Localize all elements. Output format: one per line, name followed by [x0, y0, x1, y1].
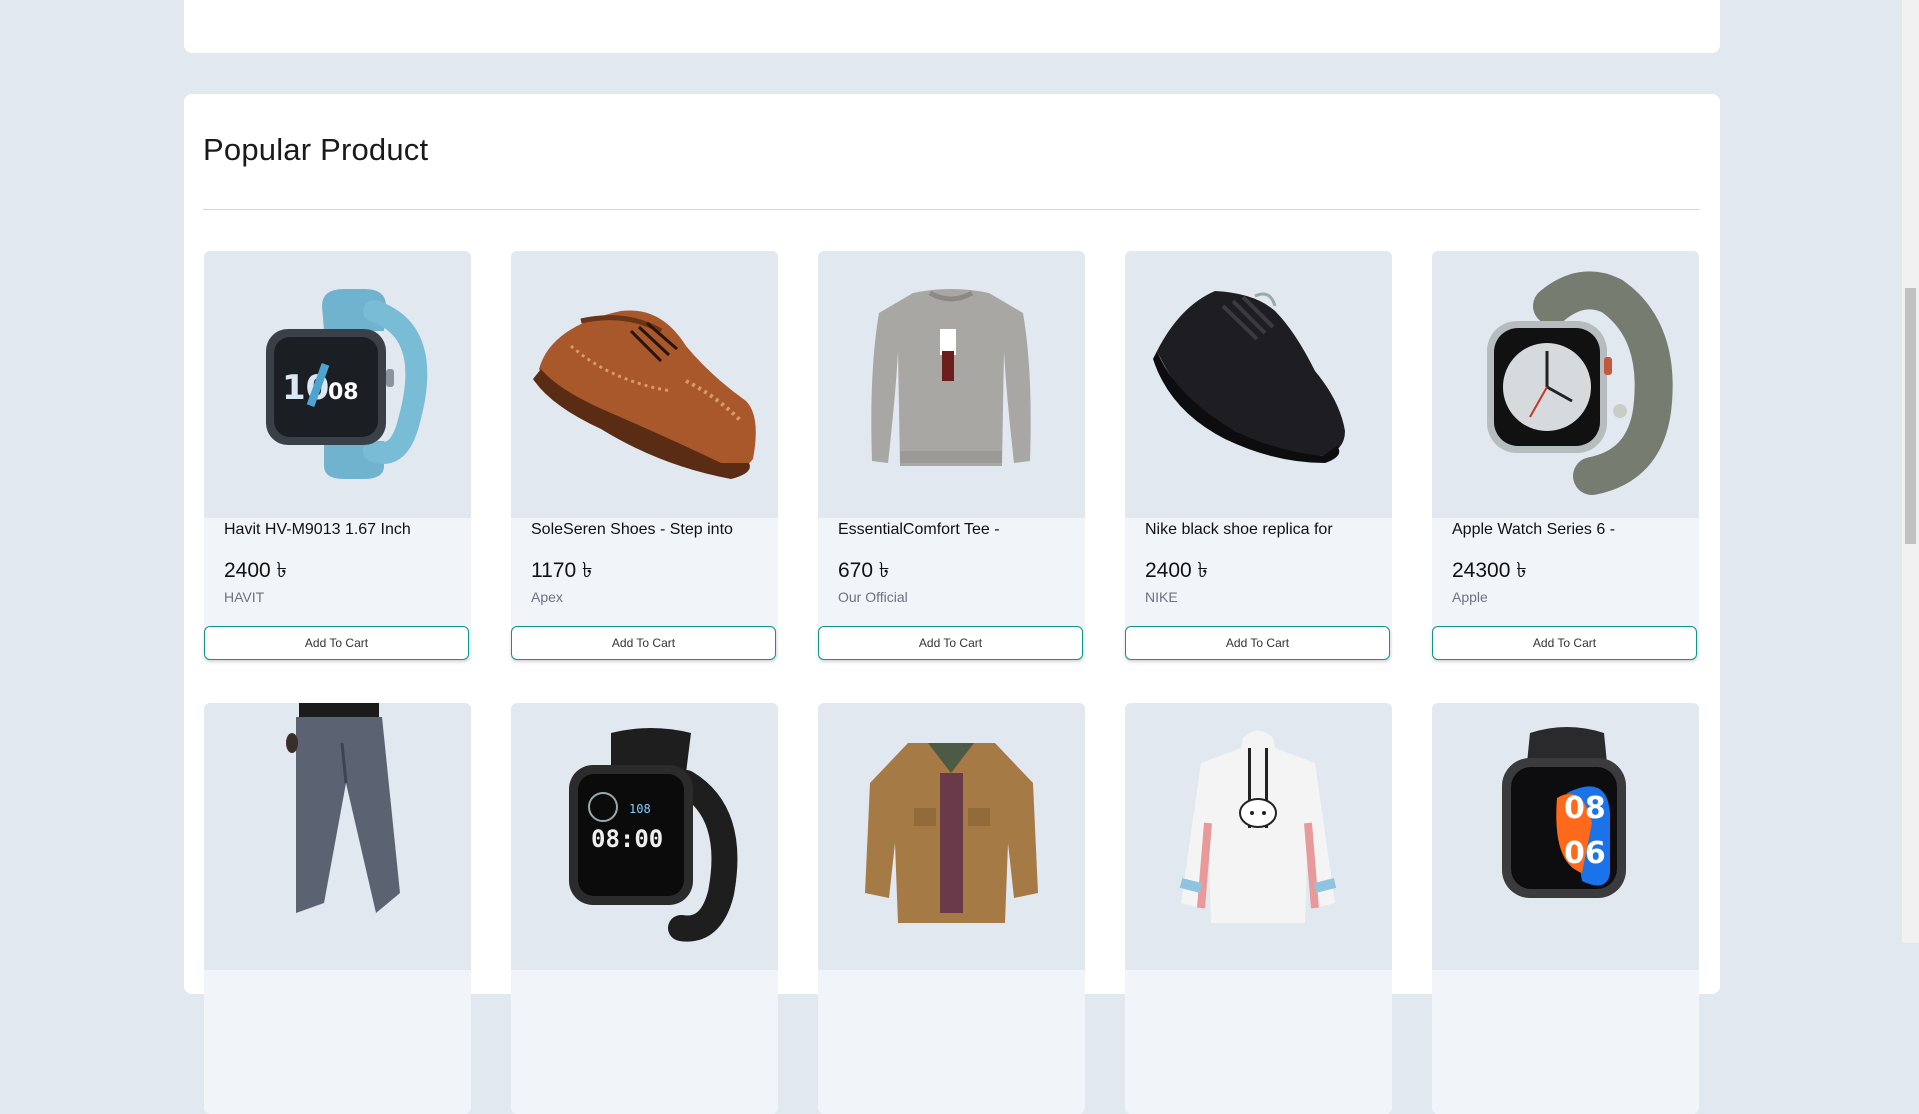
- product-card[interactable]: EssentialComfort Tee - 670 ৳ Our Officia…: [818, 251, 1085, 662]
- product-brand: Our Official: [838, 589, 908, 605]
- svg-text:108: 108: [629, 802, 651, 816]
- smartwatch-black-image: 08:00 108: [569, 728, 738, 942]
- add-to-cart-button[interactable]: Add To Cart: [1432, 626, 1697, 660]
- scrollbar-thumb[interactable]: [1905, 288, 1916, 544]
- hoodie-image: [1179, 730, 1337, 923]
- svg-text:06: 06: [1564, 836, 1606, 871]
- product-brand: Apex: [531, 589, 563, 605]
- product-card[interactable]: 08 06: [1432, 703, 1699, 1114]
- product-card[interactable]: Nike black shoe replica for 2400 ৳ NIKE …: [1125, 251, 1392, 662]
- product-brand: Apple: [1452, 589, 1488, 605]
- product-title[interactable]: Nike black shoe replica for: [1145, 521, 1333, 539]
- product-price: 1170 ৳: [531, 559, 593, 582]
- add-to-cart-button[interactable]: Add To Cart: [818, 626, 1083, 660]
- product-price: 670 ৳: [838, 559, 890, 582]
- brogue-shoe-image: [533, 310, 756, 479]
- product-image[interactable]: 08 06: [1432, 703, 1699, 970]
- product-card[interactable]: Apple Watch Series 6 - 24300 ৳ Apple Add…: [1432, 251, 1699, 662]
- product-price: 2400 ৳: [224, 559, 288, 582]
- trousers-image: [286, 703, 400, 913]
- product-card[interactable]: SoleSeren Shoes - Step into 1170 ৳ Apex …: [511, 251, 778, 662]
- product-card[interactable]: [1125, 703, 1392, 1114]
- product-image[interactable]: [204, 703, 471, 970]
- product-image[interactable]: [818, 703, 1085, 970]
- svg-text:08: 08: [328, 380, 359, 405]
- smartwatch-colorful-image: 08 06: [1502, 727, 1626, 898]
- product-title[interactable]: SoleSeren Shoes - Step into: [531, 521, 733, 539]
- section-divider: [203, 209, 1700, 210]
- add-to-cart-button[interactable]: Add To Cart: [1125, 626, 1390, 660]
- popular-product-section: Popular Product 10 08 Havit HV-M9013 1.6…: [184, 94, 1720, 1114]
- sweatshirt-image: [871, 289, 1031, 466]
- product-image[interactable]: 10 08: [204, 251, 471, 518]
- product-image[interactable]: [818, 251, 1085, 518]
- product-image[interactable]: 08:00 108: [511, 703, 778, 970]
- product-brand: NIKE: [1145, 589, 1178, 605]
- section-title: Popular Product: [203, 132, 429, 167]
- svg-text:08: 08: [1564, 791, 1606, 826]
- jacket-image: [865, 743, 1038, 923]
- product-image[interactable]: [1125, 703, 1392, 970]
- previous-section-card: [184, 0, 1720, 53]
- product-card[interactable]: [818, 703, 1085, 1114]
- svg-text:08:00: 08:00: [591, 825, 663, 853]
- page-scrollbar[interactable]: [1902, 0, 1919, 943]
- add-to-cart-button[interactable]: Add To Cart: [511, 626, 776, 660]
- product-image[interactable]: [1432, 251, 1699, 518]
- smartwatch-blue-image: 10 08: [266, 289, 428, 479]
- apple-watch-image: [1487, 271, 1673, 495]
- product-card[interactable]: [204, 703, 471, 1114]
- product-image[interactable]: [1125, 251, 1392, 518]
- product-brand: HAVIT: [224, 589, 265, 605]
- product-image[interactable]: [511, 251, 778, 518]
- sneaker-image: [1153, 291, 1345, 463]
- add-to-cart-button[interactable]: Add To Cart: [204, 626, 469, 660]
- product-title[interactable]: Apple Watch Series 6 -: [1452, 521, 1615, 539]
- product-title[interactable]: EssentialComfort Tee -: [838, 521, 1000, 539]
- product-price: 2400 ৳: [1145, 559, 1209, 582]
- product-card[interactable]: 10 08 Havit HV-M9013 1.67 Inch 2400 ৳ HA…: [204, 251, 471, 662]
- product-card[interactable]: 08:00 108: [511, 703, 778, 1114]
- product-price: 24300 ৳: [1452, 559, 1527, 582]
- product-title[interactable]: Havit HV-M9013 1.67 Inch: [224, 521, 411, 539]
